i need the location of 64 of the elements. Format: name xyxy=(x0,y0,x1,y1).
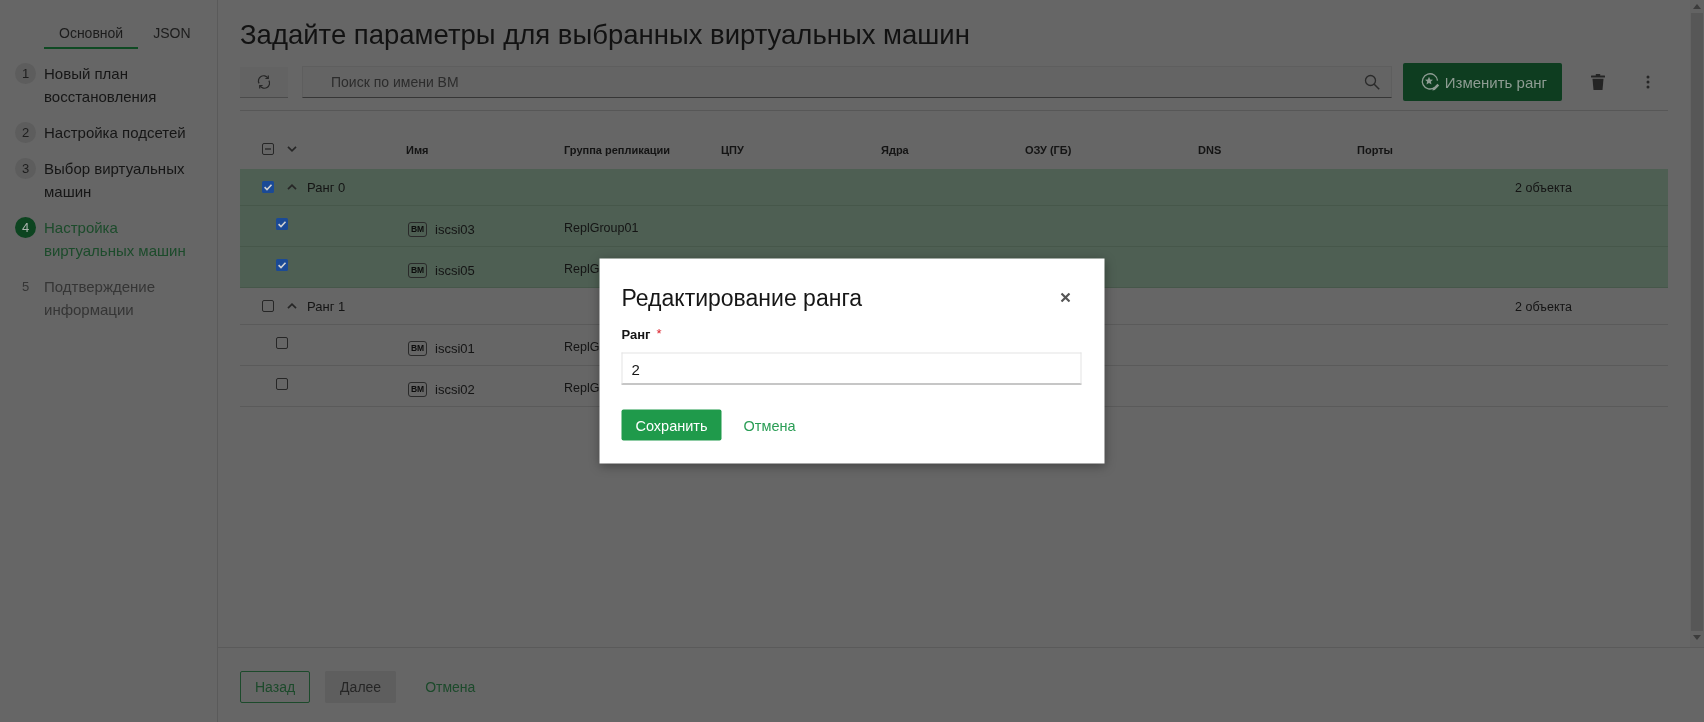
group-label: Ранг 1 xyxy=(307,298,346,314)
column-header: DNS xyxy=(1198,144,1222,156)
trash-icon xyxy=(1591,74,1605,90)
group-row[interactable]: Ранг 0 2 объекта xyxy=(240,169,1668,206)
close-icon xyxy=(1060,292,1071,303)
step-label[interactable]: Настройка виртуальных машин xyxy=(44,216,202,262)
row-checkbox[interactable] xyxy=(276,378,288,390)
chevron-up-icon[interactable] xyxy=(287,303,297,309)
cancel-button[interactable]: Отмена xyxy=(733,409,806,441)
table-row[interactable]: ВМ iscsi03 ReplGroup01 xyxy=(240,206,1668,247)
star-edit-icon xyxy=(1419,72,1440,92)
refresh-icon xyxy=(256,73,272,90)
column-header: Имя xyxy=(406,144,429,156)
save-button[interactable]: Сохранить xyxy=(621,409,722,441)
arrow-down-icon[interactable] xyxy=(1693,635,1701,640)
step-label[interactable]: Новый план восстановления xyxy=(44,62,202,108)
replication-group: ReplG xyxy=(564,262,600,276)
column-header: Группа репликации xyxy=(564,144,671,156)
replication-group: ReplG xyxy=(564,340,600,354)
row-checkbox[interactable] xyxy=(276,259,288,271)
group-label: Ранг 0 xyxy=(307,179,346,195)
rank-input[interactable]: 2 xyxy=(621,352,1082,385)
field-label: Ранг xyxy=(621,326,651,343)
column-header: ОЗУ (ГБ) xyxy=(1025,144,1072,156)
chevron-down-icon[interactable] xyxy=(287,146,297,152)
group-checkbox[interactable] xyxy=(262,300,274,312)
vm-name: iscsi03 xyxy=(435,222,475,237)
kebab-icon xyxy=(1646,75,1650,89)
change-rank-button[interactable]: Изменить ранг xyxy=(1402,63,1562,101)
step-number: 1 xyxy=(15,63,36,84)
group-checkbox[interactable] xyxy=(262,181,274,193)
vm-tag: ВМ xyxy=(408,222,427,237)
vm-name: iscsi02 xyxy=(435,382,475,397)
row-checkbox[interactable] xyxy=(276,218,288,230)
back-button[interactable]: Назад xyxy=(240,670,311,703)
page-title: Задайте параметры для выбранных виртуальных машин xyxy=(240,18,970,52)
tab[interactable]: Основной xyxy=(44,18,139,49)
row-checkbox[interactable] xyxy=(276,337,288,349)
step-number: 3 xyxy=(15,158,36,179)
select-all-checkbox[interactable] xyxy=(262,143,274,155)
column-header: Ядра xyxy=(881,144,909,156)
tab[interactable]: JSON xyxy=(138,18,206,49)
step-number: 2 xyxy=(15,122,36,143)
column-header: Порты xyxy=(1357,144,1393,156)
step-label[interactable]: Настройка подсетей xyxy=(44,121,202,144)
arrow-up-icon[interactable] xyxy=(1693,4,1701,9)
chevron-up-icon[interactable] xyxy=(287,184,297,190)
replication-group: ReplG xyxy=(564,381,600,395)
group-count: 2 объекта xyxy=(1515,300,1573,314)
cancel-button[interactable]: Отмена xyxy=(415,670,486,703)
replication-group: ReplGroup01 xyxy=(564,221,639,235)
group-count: 2 объекта xyxy=(1515,181,1573,195)
search-icon[interactable] xyxy=(1363,74,1380,90)
step-number: 4 xyxy=(15,217,36,238)
required-mark: * xyxy=(656,326,662,341)
vm-name: iscsi05 xyxy=(435,263,475,278)
vm-tag: ВМ xyxy=(408,341,427,356)
column-header: ЦПУ xyxy=(721,144,744,156)
vm-tag: ВМ xyxy=(408,263,427,278)
vm-tag: ВМ xyxy=(408,382,427,397)
dialog-title: Редактирование ранга xyxy=(621,283,863,313)
step-label[interactable]: Выбор виртуальных машин xyxy=(44,157,202,203)
search-field[interactable]: Поиск по имени ВМ xyxy=(302,66,1392,98)
vm-name: iscsi01 xyxy=(435,341,475,356)
